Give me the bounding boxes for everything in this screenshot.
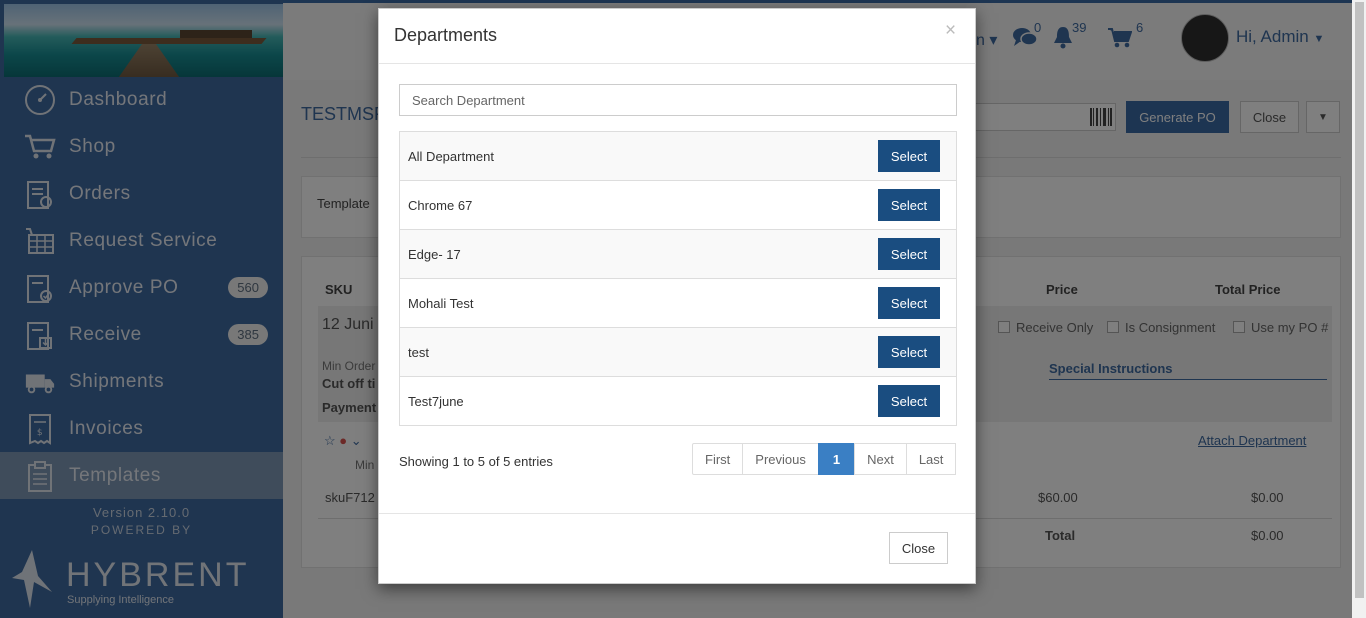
pagination-previous[interactable]: Previous xyxy=(742,443,819,475)
pagination-last[interactable]: Last xyxy=(905,443,957,475)
table-row: Test7june Select xyxy=(400,376,956,425)
entries-info: Showing 1 to 5 of 5 entries xyxy=(399,454,553,469)
table-row: Mohali Test Select xyxy=(400,278,956,327)
departments-table: All Department Select Chrome 67 Select E… xyxy=(399,131,957,426)
pagination-page-current[interactable]: 1 xyxy=(817,443,856,475)
department-name: All Department xyxy=(408,148,494,164)
select-department-button[interactable]: Select xyxy=(878,189,940,221)
department-name: Mohali Test xyxy=(408,295,474,311)
department-name: Test7june xyxy=(408,393,464,409)
departments-modal: Departments × All Department Select Chro… xyxy=(378,8,976,584)
table-row: test Select xyxy=(400,327,956,376)
select-department-button[interactable]: Select xyxy=(878,287,940,319)
table-row: Chrome 67 Select xyxy=(400,180,956,229)
select-department-button[interactable]: Select xyxy=(878,238,940,270)
pagination-next[interactable]: Next xyxy=(854,443,907,475)
table-row: Edge- 17 Select xyxy=(400,229,956,278)
department-name: test xyxy=(408,344,429,360)
pagination-first[interactable]: First xyxy=(692,443,744,475)
department-name: Chrome 67 xyxy=(408,197,473,213)
select-department-button[interactable]: Select xyxy=(878,140,940,172)
department-name: Edge- 17 xyxy=(408,246,461,262)
modal-title: Departments xyxy=(394,25,498,45)
select-department-button[interactable]: Select xyxy=(878,336,940,368)
department-search-input[interactable] xyxy=(399,84,957,116)
modal-close-button[interactable]: Close xyxy=(889,532,948,564)
pagination: First Previous 1 Next Last xyxy=(692,443,957,475)
close-icon[interactable]: × xyxy=(945,21,956,40)
table-row: All Department Select xyxy=(400,132,956,180)
select-department-button[interactable]: Select xyxy=(878,385,940,417)
page-scrollbar-thumb[interactable] xyxy=(1355,2,1364,598)
